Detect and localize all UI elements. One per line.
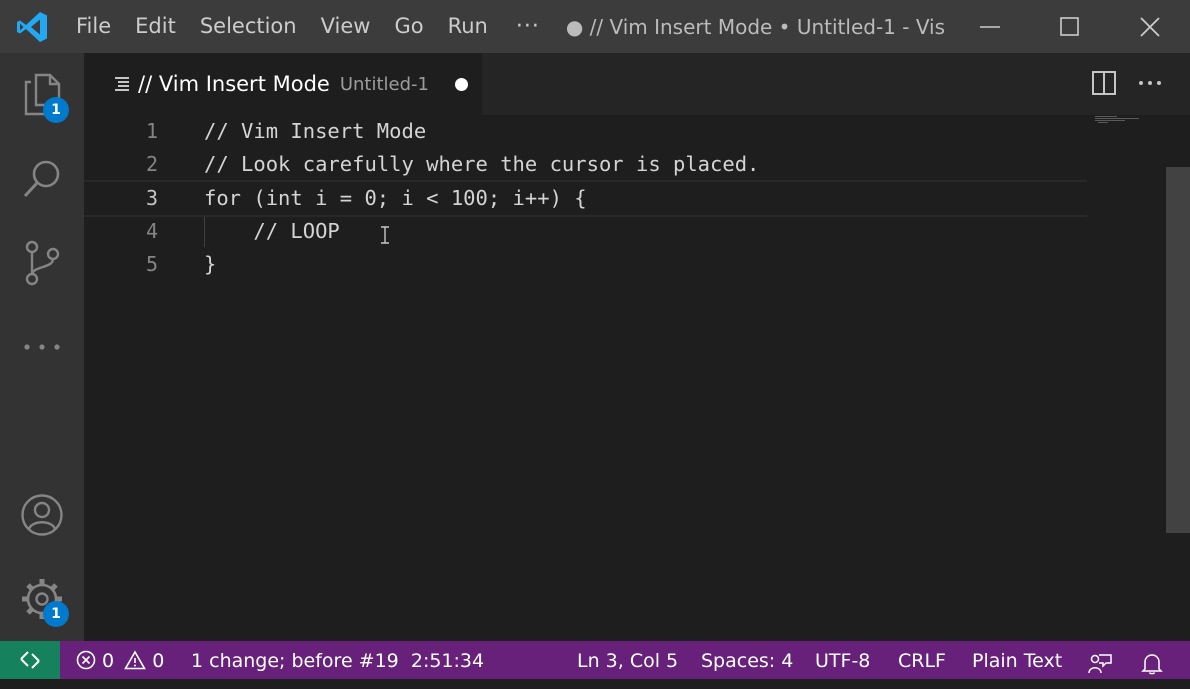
more-actions-button[interactable] [1137, 70, 1163, 100]
feedback-button[interactable] [1088, 649, 1112, 674]
feedback-icon [1088, 654, 1112, 674]
menu-selection[interactable]: Selection [188, 0, 309, 53]
search-button[interactable] [0, 137, 84, 221]
warning-icon [124, 650, 147, 670]
title-bar: File Edit Selection View Go Run ··· ● //… [0, 0, 1190, 53]
more-views-button[interactable] [0, 305, 84, 389]
status-bar: 0 0 1 change; before #19 2:51:34 Ln 3, C… [0, 641, 1190, 679]
remote-icon [20, 651, 40, 669]
line-number: 5 [145, 252, 158, 276]
editor-tab-strip: // Vim Insert Mode Untitled-1 [84, 53, 1190, 115]
split-editor-icon [1092, 71, 1116, 95]
error-icon [76, 650, 96, 670]
menu-more-button[interactable]: ··· [500, 14, 556, 39]
source-control-icon [25, 240, 60, 286]
code-text[interactable]: // Vim Insert Mode [204, 115, 426, 148]
error-count: 0 [102, 650, 115, 672]
split-editor-button[interactable] [1091, 70, 1117, 100]
notifications-button[interactable] [1141, 649, 1163, 675]
code-text[interactable]: // LOOP [204, 215, 339, 248]
cursor-position[interactable]: Ln 3, Col 5 [577, 641, 678, 679]
source-control-button[interactable] [0, 221, 84, 305]
close-icon [1140, 16, 1160, 37]
account-icon [21, 494, 63, 536]
menu-view[interactable]: View [309, 0, 383, 53]
line-number: 3 [145, 186, 158, 210]
more-actions-icon [1139, 81, 1161, 85]
list-icon [115, 77, 129, 91]
accounts-button[interactable] [0, 473, 84, 557]
problems-button[interactable]: 0 0 [76, 641, 164, 679]
line-number: 2 [145, 152, 158, 176]
vertical-scrollbar[interactable] [1166, 115, 1190, 641]
minimize-icon [980, 25, 1000, 28]
code-line[interactable]: 2 // Look carefully where the cursor is … [84, 148, 1087, 181]
minimap[interactable] [1095, 115, 1165, 127]
explorer-button[interactable]: 1 [0, 53, 84, 137]
line-number: 4 [145, 219, 158, 243]
tab-description: Untitled-1 [339, 73, 429, 95]
tab-untitled-1[interactable]: // Vim Insert Mode Untitled-1 [84, 53, 482, 115]
unsaved-dot-icon[interactable] [454, 77, 468, 91]
menu-edit[interactable]: Edit [123, 0, 188, 53]
code-text[interactable]: for (int i = 0; i < 100; i++) { [204, 182, 587, 215]
activity-bar: 1 1 [0, 53, 84, 641]
indentation-status[interactable]: Spaces: 4 [701, 641, 793, 679]
history-status[interactable]: 1 change; before #19 2:51:34 [191, 641, 484, 679]
scrollbar-thumb[interactable] [1166, 167, 1190, 533]
settings-badge: 1 [43, 601, 69, 627]
current-code-line[interactable]: 3 for (int i = 0; i < 100; i++) { [84, 180, 1087, 217]
eol-status[interactable]: CRLF [898, 641, 946, 679]
window-title: ● // Vim Insert Mode • Untitled-1 - Vis.… [565, 14, 946, 39]
editor-area[interactable]: 1 // Vim Insert Mode 2 // Look carefully… [84, 115, 1166, 641]
text-cursor-icon [381, 226, 389, 244]
menu-go[interactable]: Go [382, 0, 435, 53]
code-line[interactable]: 4 // LOOP [84, 215, 1087, 248]
menu-run[interactable]: Run [436, 0, 500, 53]
line-number: 1 [145, 119, 158, 143]
remote-button[interactable] [0, 641, 60, 679]
tab-title: // Vim Insert Mode [138, 72, 330, 96]
code-text[interactable]: } [204, 248, 216, 281]
language-mode[interactable]: Plain Text [972, 641, 1062, 679]
maximize-button[interactable] [1030, 0, 1110, 53]
menu-file[interactable]: File [64, 0, 123, 53]
minimize-button[interactable] [950, 0, 1030, 53]
code-line[interactable]: 5 } [84, 248, 1087, 281]
vscode-logo-icon [0, 0, 64, 53]
warning-count: 0 [152, 650, 165, 672]
manage-button[interactable]: 1 [0, 557, 84, 641]
maximize-icon [1060, 16, 1079, 36]
code-line[interactable]: 1 // Vim Insert Mode [84, 115, 1087, 148]
close-button[interactable] [1110, 0, 1190, 53]
bell-icon [1141, 654, 1163, 675]
search-icon [23, 160, 60, 198]
explorer-badge: 1 [43, 97, 69, 123]
ellipsis-icon [24, 344, 60, 350]
code-text[interactable]: // Look carefully where the cursor is pl… [204, 148, 759, 181]
encoding-status[interactable]: UTF-8 [815, 641, 870, 679]
